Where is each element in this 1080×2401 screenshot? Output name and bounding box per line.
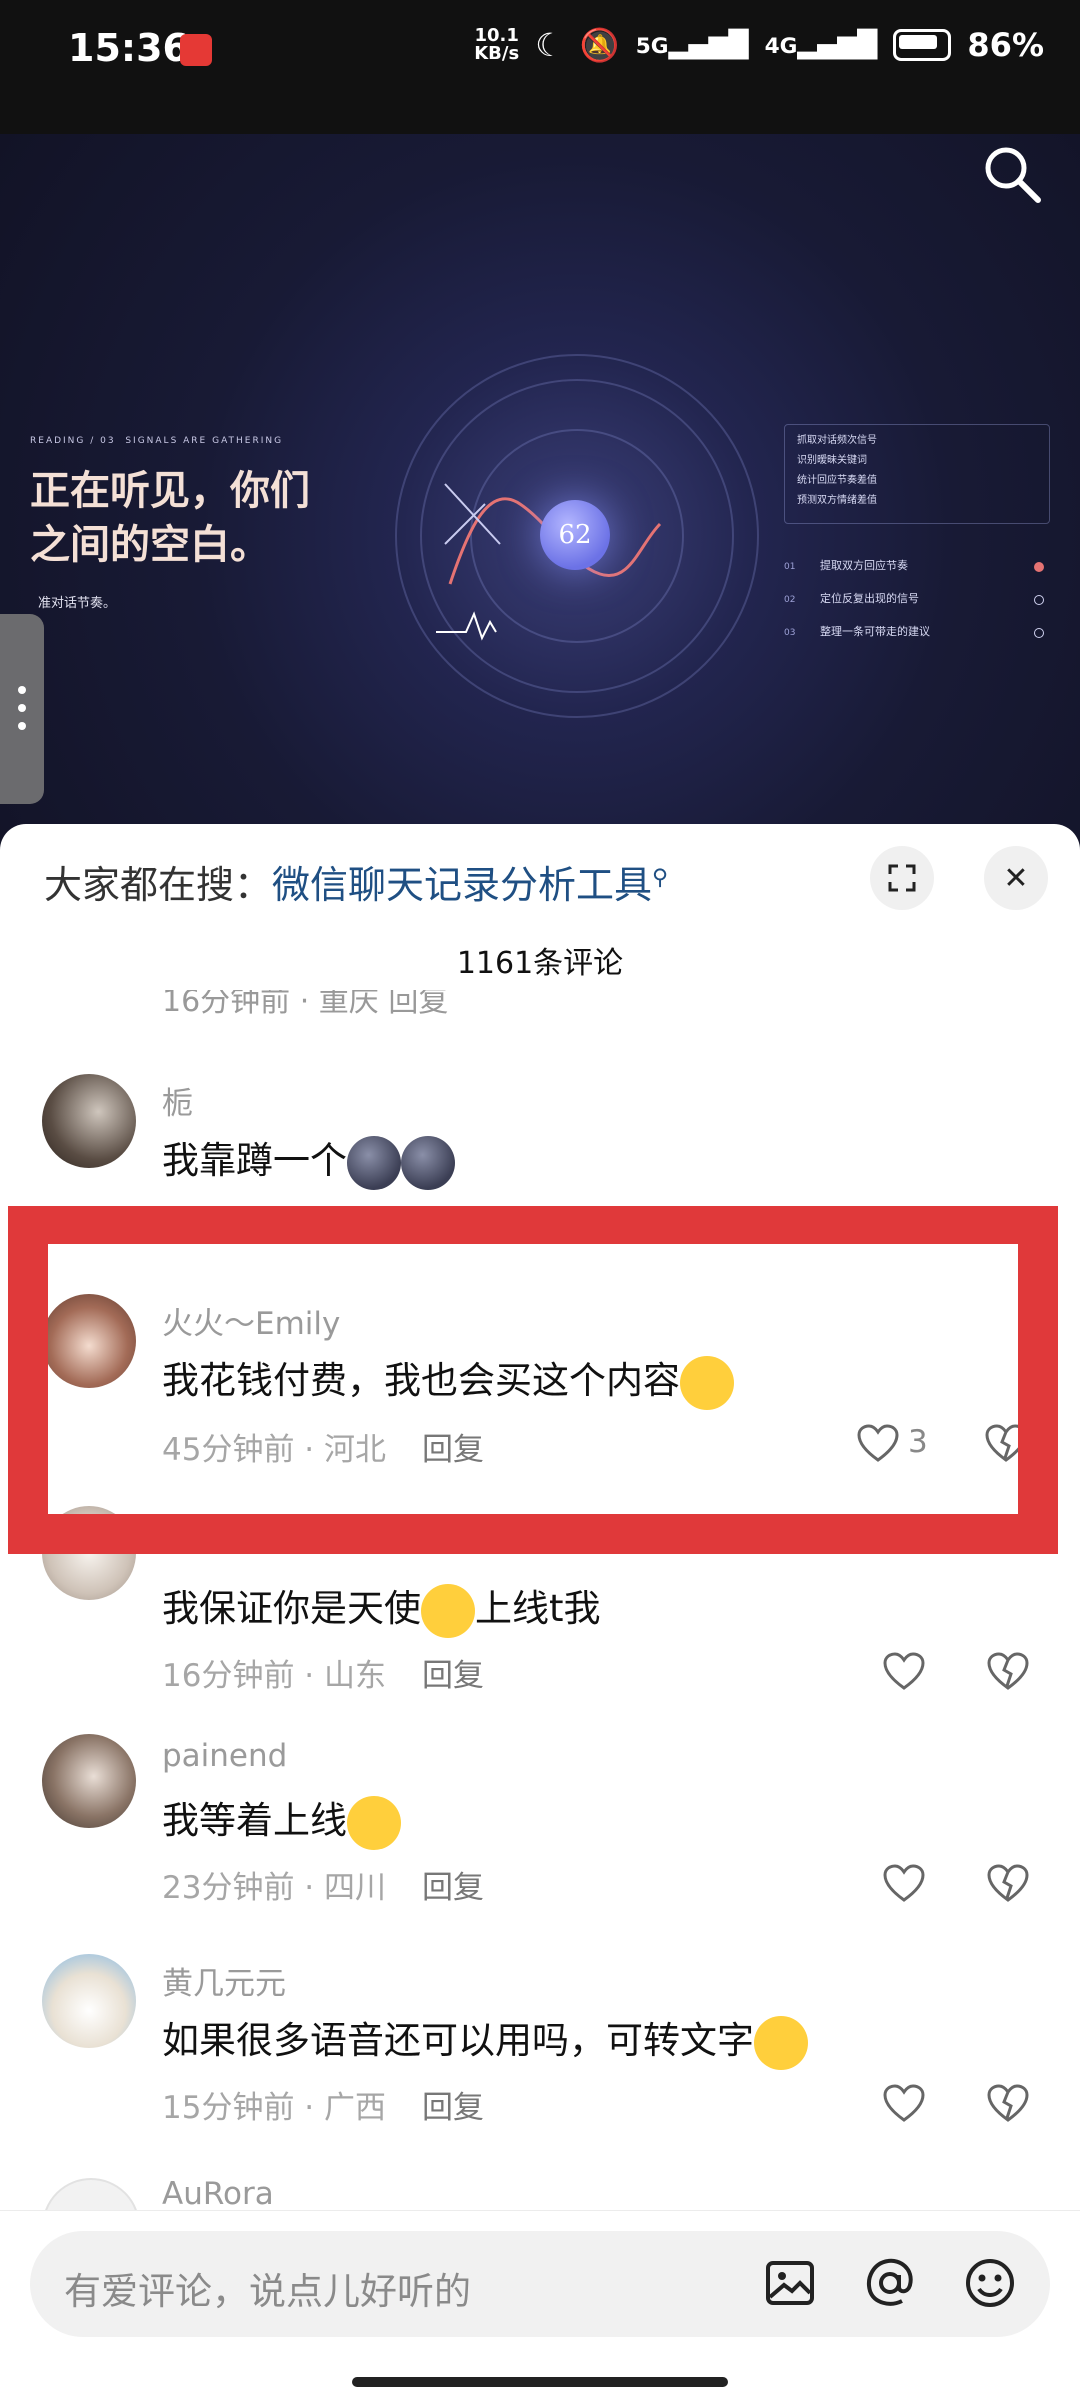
mute-bell-icon: 🔕 <box>579 26 620 64</box>
status-bar: 15:36 10.1 KB/s ☾ 🔕 5G▂▄▆█ 4G▂▄▆█ 86% <box>0 0 1080 134</box>
dislike-heart-icon[interactable] <box>986 1652 1030 1692</box>
battery-percent: 86% <box>967 26 1044 64</box>
emoji-icon[interactable] <box>960 2253 1020 2313</box>
reply-button[interactable]: 回复 <box>422 1658 484 1694</box>
close-icon: ✕ <box>1003 860 1029 896</box>
pulse-line <box>436 611 497 641</box>
video-player[interactable]: 62 READING / 03 SIGNALS ARE GATHERING 正在… <box>0 134 1080 854</box>
home-indicator[interactable] <box>352 2377 728 2387</box>
comment-text: 如果很多语音还可以用吗，可转文字 <box>162 2010 808 2070</box>
hugging-emoji <box>347 1795 401 1850</box>
cut-off-comment-meta: 16分钟前 · 重庆 回复 <box>162 990 449 1019</box>
avatar[interactable] <box>42 1734 136 1828</box>
comment-sheet: 大家都在搜：微信聊天记录分析工具⚲ ✕ 1161条评论 16分钟前 · 重庆 回… <box>0 824 1080 2400</box>
dislike-heart-icon[interactable] <box>986 1864 1030 1904</box>
comment-input-placeholder: 有爱评论，说点儿好听的 <box>64 2270 471 2313</box>
search-icon[interactable] <box>980 142 1044 206</box>
like-heart-icon[interactable] <box>882 2084 926 2124</box>
comment-username[interactable]: 黄几元元 <box>162 1958 286 2003</box>
at-mention-icon[interactable] <box>860 2253 920 2313</box>
video-headline: 正在听见，你们 之间的空白。 <box>30 467 310 568</box>
score-orb: 62 <box>540 500 610 570</box>
moon-face-emoji <box>401 1135 455 1190</box>
comment-input-bar: 有爱评论，说点儿好听的 <box>0 2210 1080 2401</box>
image-icon[interactable] <box>760 2253 820 2313</box>
comment-text: 我保证你是天使 上线t我 <box>162 1578 601 1638</box>
expand-icon <box>888 864 916 892</box>
comment-meta: 15分钟前 · 广西 回复 <box>162 2090 485 2126</box>
expand-button[interactable] <box>870 846 934 910</box>
signal-4g-icon: 4G▂▄▆█ <box>764 30 878 60</box>
comment-input[interactable]: 有爱评论，说点儿好听的 <box>30 2231 1050 2337</box>
signal-5g-icon: 5G▂▄▆█ <box>635 30 749 60</box>
close-button[interactable]: ✕ <box>984 846 1048 910</box>
avatar[interactable] <box>42 1954 136 2048</box>
video-feature-panel: 抓取对话频次信号 识别暧昧关键词 统计回应节奏差值 预测双方情绪差值 <box>784 424 1050 524</box>
side-drawer-handle[interactable] <box>0 614 44 804</box>
like-heart-icon[interactable] <box>882 1864 926 1904</box>
highlight-box <box>8 1206 1058 1554</box>
trending-search-label: 大家都在搜： <box>44 863 273 907</box>
comment-username[interactable]: painend <box>162 1738 287 1774</box>
trending-search[interactable]: 大家都在搜：微信聊天记录分析工具⚲ <box>44 854 668 909</box>
moon-icon: ☾ <box>535 26 564 64</box>
battery-icon <box>893 29 952 61</box>
comment-meta: 23分钟前 · 四川 回复 <box>162 1870 485 1906</box>
trending-search-term[interactable]: 微信聊天记录分析工具 <box>272 863 652 907</box>
comment-text: 我靠蹲一个 <box>162 1130 455 1190</box>
comment-username[interactable]: 栀 <box>162 1078 193 1123</box>
crying-emoji <box>754 2015 808 2070</box>
net-speed: 10.1 KB/s <box>474 25 520 64</box>
comment-text: 我等着上线 <box>162 1790 401 1850</box>
crying-emoji <box>421 1583 475 1638</box>
like-heart-icon[interactable] <box>882 1652 926 1692</box>
reply-button[interactable]: 回复 <box>422 1870 484 1906</box>
dislike-heart-icon[interactable] <box>986 2084 1030 2124</box>
comment-meta: 16分钟前 · 山东 回复 <box>162 1658 485 1694</box>
moon-face-emoji <box>347 1135 401 1190</box>
app-notification-icon <box>180 34 212 66</box>
video-subtitle: 准对话节奏。 <box>38 596 117 611</box>
search-small-icon: ⚲ <box>652 865 669 891</box>
comment-username[interactable]: AuRora <box>162 2176 274 2212</box>
video-small-label: READING / 03 SIGNALS ARE GATHERING <box>30 436 284 446</box>
reply-button[interactable]: 回复 <box>422 2090 484 2126</box>
comment-count: 1161条评论 <box>456 946 624 981</box>
video-steps: 01 提取双方回应节奏 02 定位反复出现的信号 03 整理一条可带走的建议 <box>784 550 1050 649</box>
avatar[interactable] <box>42 1074 136 1168</box>
status-time: 15:36 <box>68 26 189 70</box>
